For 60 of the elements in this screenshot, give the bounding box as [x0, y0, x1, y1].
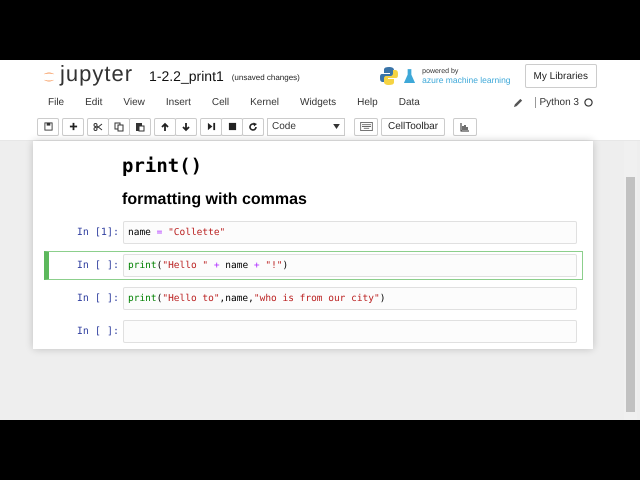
scrollbar-thumb[interactable] [626, 177, 635, 412]
paste-button[interactable] [129, 118, 151, 136]
code-input[interactable]: print("Hello " + name + "!") [123, 254, 577, 277]
arrow-up-icon [160, 122, 170, 132]
scissors-icon [93, 122, 103, 132]
save-status: (unsaved changes) [232, 73, 300, 82]
my-libraries-button[interactable]: My Libraries [524, 64, 597, 88]
restart-button[interactable] [242, 118, 264, 136]
azure-ml-label: azure machine learning [422, 76, 511, 85]
celltoolbar-button[interactable]: CellToolbar [381, 118, 446, 136]
cell-prompt: In [1]: [76, 227, 119, 238]
chart-button[interactable] [453, 118, 478, 136]
jupyter-logo-text: jupyter [60, 61, 134, 87]
cell-prompt: In [ ]: [76, 260, 119, 271]
heading-subtitle: formatting with commas [122, 191, 307, 209]
move-up-button[interactable] [154, 118, 176, 136]
keyboard-button[interactable] [354, 118, 378, 136]
menu-item[interactable]: Cell [212, 97, 230, 108]
arrow-down-icon [181, 122, 191, 132]
insert-cell-button[interactable] [62, 118, 84, 136]
heading-title: print() [122, 155, 202, 177]
kernel-name: Python 3 [534, 97, 579, 108]
copy-button[interactable] [108, 118, 130, 136]
cut-button[interactable] [87, 118, 109, 136]
kernel-idle-icon [584, 98, 593, 107]
plus-icon [68, 122, 78, 131]
code-cell[interactable]: In [1]: name = "Collette" [44, 218, 583, 247]
move-down-button[interactable] [175, 118, 197, 136]
cell-type-dropdown[interactable]: Code [267, 118, 345, 136]
menu-item[interactable]: View [123, 97, 145, 108]
menu-item[interactable]: Data [398, 97, 420, 108]
menu-item[interactable]: Help [357, 97, 378, 108]
copy-icon [114, 122, 124, 132]
code-cell[interactable]: In [ ]: print("Hello " + name + "!") [44, 251, 583, 280]
caret-icon [333, 124, 340, 129]
menu-item[interactable]: Kernel [250, 97, 280, 108]
menu-item[interactable]: Edit [85, 97, 102, 108]
cell-prompt: In [ ]: [76, 326, 119, 337]
code-input[interactable]: print("Hello to",name,"who is from our city") [123, 287, 577, 310]
code-input[interactable]: name = "Collette" [123, 221, 577, 244]
run-button[interactable] [200, 118, 222, 136]
stop-icon [228, 122, 236, 131]
cell-prompt: In [ ]: [76, 293, 119, 304]
notebook-title[interactable]: 1-2.2_print1 [149, 68, 224, 84]
refresh-icon [248, 122, 258, 132]
pencil-icon[interactable] [512, 97, 524, 108]
bar-chart-icon [460, 122, 470, 132]
stop-button[interactable] [221, 118, 243, 136]
menu-item[interactable]: Widgets [300, 97, 336, 108]
code-cell[interactable]: In [ ]: print("Hello to",name,"who is from our city") [44, 284, 583, 313]
code-cell[interactable]: In [ ]: [44, 317, 583, 346]
step-forward-icon [206, 122, 216, 131]
keyboard-icon [360, 122, 372, 131]
python-logo-icon [379, 66, 400, 86]
save-button[interactable] [37, 118, 59, 136]
menu-item[interactable]: File [48, 97, 64, 108]
flask-icon [403, 68, 416, 84]
menu-item[interactable]: Insert [166, 97, 191, 108]
clipboard-icon [135, 122, 145, 132]
code-input[interactable] [123, 320, 577, 343]
